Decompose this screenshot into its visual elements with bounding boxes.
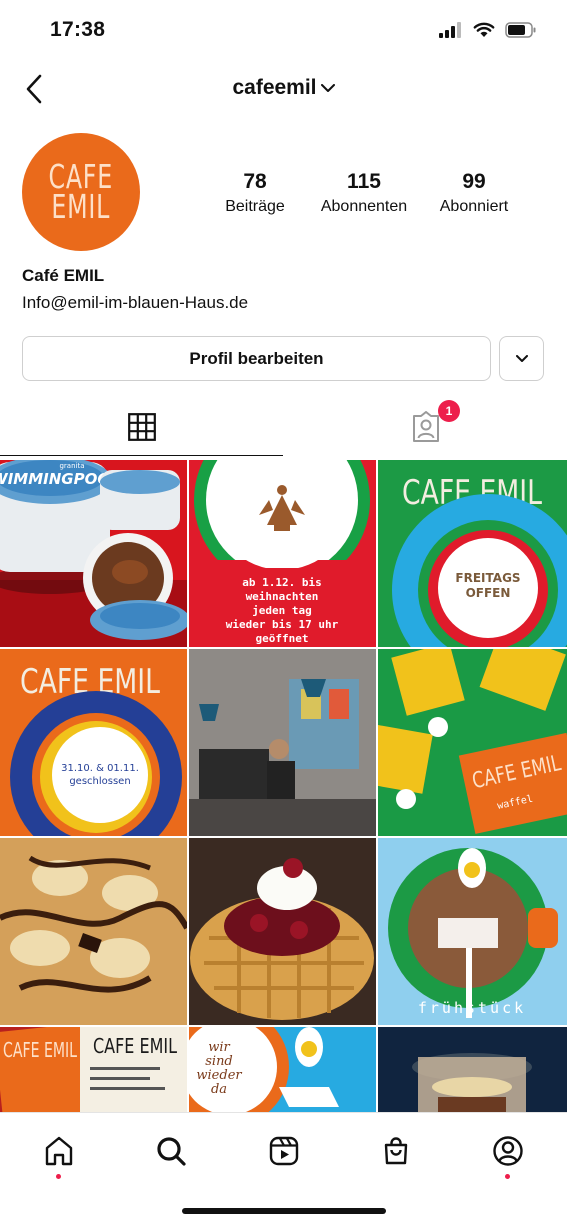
- profile-header: cafeemil: [0, 64, 567, 120]
- account-switcher[interactable]: cafeemil: [0, 76, 567, 100]
- nav-shop[interactable]: [374, 1129, 418, 1173]
- post-tile[interactable]: ab 1.12. bis weihnachten jeden tag wiede…: [189, 460, 376, 647]
- svg-text:ab 1.12. bis: ab 1.12. bis: [242, 576, 321, 589]
- tagged-badge: 1: [438, 400, 460, 422]
- followers-stat[interactable]: 115 Abonnenten: [304, 170, 424, 216]
- chevron-down-icon: [515, 354, 528, 362]
- nav-search[interactable]: [149, 1129, 193, 1173]
- tab-posts-grid[interactable]: [0, 398, 283, 456]
- battery-icon: [505, 22, 536, 38]
- post-tile[interactable]: frühstück: [378, 838, 567, 1025]
- followers-label: Abonnenten: [320, 198, 408, 215]
- svg-text:sind: sind: [205, 1054, 233, 1069]
- search-icon: [157, 1137, 186, 1166]
- svg-text:geöffnet: geöffnet: [256, 632, 309, 645]
- post-title: CAFE EMIL: [3, 1038, 78, 1062]
- svg-text:geschlossen: geschlossen: [69, 776, 130, 787]
- post-tile[interactable]: CAFE EMIL 31.10. & 01.11. geschlossen: [0, 649, 187, 836]
- svg-text:da: da: [211, 1082, 227, 1097]
- notification-dot: [56, 1174, 61, 1179]
- post-tile[interactable]: wir sind wieder da: [189, 1027, 376, 1112]
- active-tab-indicator: [0, 455, 283, 456]
- svg-text:wieder bis 17 uhr: wieder bis 17 uhr: [226, 618, 339, 631]
- nav-home[interactable]: [37, 1129, 81, 1179]
- status-icons: [439, 22, 537, 38]
- home-indicator[interactable]: [182, 1208, 386, 1214]
- wifi-icon: [473, 22, 495, 37]
- post-tile[interactable]: [189, 649, 376, 836]
- following-stat[interactable]: 99 Abonniert: [414, 170, 534, 216]
- post-tile[interactable]: CAFE EMIL CAFE EMIL: [0, 1027, 187, 1112]
- posts-grid: SWIMMINGPOOL granita: [0, 460, 567, 1112]
- notification-dot: [505, 1174, 510, 1179]
- status-time: 17:38: [50, 18, 106, 41]
- posts-label: Beiträge: [225, 198, 285, 215]
- signal-icon: [439, 22, 461, 38]
- posts-stat[interactable]: 78 Beiträge: [195, 170, 315, 216]
- profile-icon: [493, 1136, 523, 1166]
- svg-text:wir: wir: [208, 1040, 230, 1055]
- home-icon: [45, 1136, 73, 1166]
- following-label: Abonniert: [439, 198, 509, 215]
- status-bar: 17:38: [0, 0, 567, 64]
- svg-text:OFFEN: OFFEN: [466, 586, 511, 600]
- suggestions-dropdown-button[interactable]: [499, 336, 544, 381]
- post-tile[interactable]: [378, 1027, 567, 1112]
- post-tile[interactable]: SWIMMINGPOOL granita: [0, 460, 187, 647]
- profile-tabs: 1: [0, 398, 567, 458]
- tagged-user-icon: [412, 411, 439, 442]
- post-caption: frühstück: [418, 999, 526, 1017]
- svg-text:CAFE EMIL: CAFE EMIL: [93, 1034, 178, 1058]
- following-count: 99: [462, 170, 486, 193]
- followers-count: 115: [347, 170, 381, 193]
- posts-count: 78: [243, 170, 267, 193]
- post-tile[interactable]: CAFE EMIL FREITAGS OFFEN: [378, 460, 567, 647]
- profile-name: Café EMIL: [22, 266, 105, 285]
- edit-profile-button[interactable]: Profil bearbeiten: [22, 336, 491, 381]
- avatar[interactable]: CAFE EMIL: [22, 133, 140, 251]
- tab-tagged[interactable]: 1: [284, 398, 567, 456]
- svg-text:31.10. & 01.11.: 31.10. & 01.11.: [61, 763, 139, 774]
- grid-icon: [127, 413, 156, 441]
- avatar-text-emil: EMIL: [51, 187, 111, 226]
- svg-text:jeden tag: jeden tag: [252, 604, 312, 617]
- chevron-down-icon: [320, 83, 335, 92]
- svg-text:wieder: wieder: [196, 1068, 242, 1083]
- post-tile[interactable]: CAFE EMIL waffel: [378, 649, 567, 836]
- svg-text:weihnachten: weihnachten: [246, 590, 319, 603]
- post-tile[interactable]: [0, 838, 187, 1025]
- nav-profile[interactable]: [486, 1129, 530, 1179]
- username: cafeemil: [232, 76, 317, 99]
- post-subcaption: granita: [59, 462, 84, 470]
- shopping-bag-icon: [384, 1137, 408, 1165]
- nav-reels[interactable]: [262, 1129, 306, 1173]
- profile-bio[interactable]: Info@emil-im-blauen-Haus.de: [22, 293, 248, 313]
- post-tile[interactable]: [189, 838, 376, 1025]
- reels-icon: [269, 1136, 299, 1166]
- svg-text:FREITAGS: FREITAGS: [455, 571, 520, 585]
